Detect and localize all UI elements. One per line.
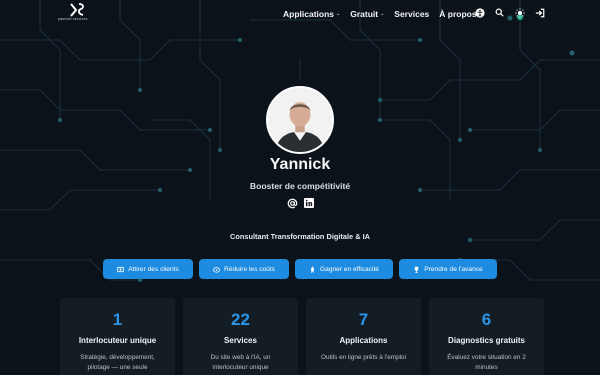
stat-number: 22 (231, 310, 250, 329)
cta-reduire-couts-button[interactable]: Réduire les coûts (199, 259, 289, 279)
profile-tagline: Booster de compétitivité (249, 181, 351, 191)
accessibility-icon[interactable] (474, 7, 485, 18)
search-icon[interactable] (494, 7, 505, 18)
cta-row: Attirer des clients Réduire les coûts Ga… (103, 259, 497, 279)
stat-title: Applications (339, 336, 388, 345)
stat-card: 1 Interlocuteur unique Stratégie, dévelo… (60, 298, 175, 375)
trophy-icon (415, 266, 419, 273)
main-nav: Applications ⌄ Gratuit ⌄ Services À propos… (283, 9, 483, 19)
email-at-icon[interactable] (286, 197, 298, 209)
stat-description: Outils en ligne prêts à l'emploi (320, 354, 407, 361)
stat-card: 22 Services Du site web à l'IA, un inter… (183, 298, 298, 375)
login-icon[interactable] (534, 7, 545, 18)
nav-item-gratuit[interactable]: Gratuit ⌄ (350, 9, 384, 19)
profile-role: Consultant Transformation Digitale & IA (229, 232, 371, 241)
stat-card: 6 Diagnostics gratuits Évaluez votre sit… (429, 298, 544, 375)
site-logo[interactable]: yannick services (58, 3, 104, 23)
stat-number: 6 (481, 310, 492, 329)
top-navbar: yannick services Applications ⌄ Gratuit ⌄ … (0, 0, 600, 27)
stat-title: Interlocuteur unique (78, 336, 157, 345)
chevron-down-icon: ⌄ (380, 11, 385, 17)
logo-icon (70, 3, 84, 17)
theme-toggle-icon[interactable] (514, 7, 525, 18)
stat-number: 7 (358, 310, 369, 329)
cta-prendre-avance-button[interactable]: Prendre de l'avance (399, 259, 497, 279)
social-links (286, 197, 315, 209)
nav-icons (474, 7, 545, 18)
stat-description: Stratégie, développement, pilotage — une… (80, 354, 155, 371)
nav-item-applications[interactable]: Applications ⌄ (283, 9, 340, 19)
profile-photo (268, 88, 332, 152)
cta-attirer-clients-button[interactable]: Attirer des clients (103, 259, 193, 279)
stat-title: Services (224, 336, 257, 345)
stats-section: 1 Interlocuteur unique Stratégie, dévelo… (60, 298, 544, 375)
avatar (266, 86, 334, 154)
cta-gagner-efficacite-button[interactable]: Gagner en efficacité (295, 259, 393, 279)
stat-description: Du site web à l'IA, un interlocuteur uni… (210, 354, 271, 371)
stat-card: 7 Applications Outils en ligne prêts à l… (306, 298, 421, 375)
rocket-icon (310, 265, 315, 273)
logo-text: yannick services (58, 17, 88, 21)
stat-number: 1 (112, 310, 123, 329)
chevron-down-icon: ⌄ (336, 11, 341, 17)
stat-description: Évaluez votre situation en 2 minutes (447, 354, 526, 371)
profile-name: Yannick (269, 156, 331, 173)
users-icon (117, 266, 125, 272)
nav-item-services[interactable]: Services (394, 9, 429, 19)
stat-title: Diagnostics gratuits (448, 336, 525, 345)
linkedin-icon[interactable] (303, 197, 315, 209)
savings-icon (213, 266, 220, 273)
